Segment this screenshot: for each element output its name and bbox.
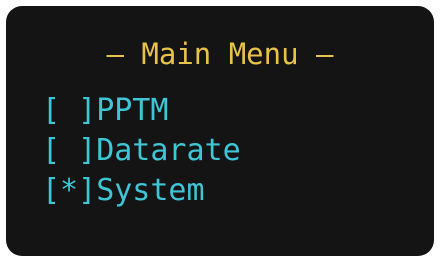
device-bezel: — Main Menu — [ ] PPTM [ ] Datarate [*] Sys… [0,0,440,260]
lcd-screen: — Main Menu — [ ] PPTM [ ] Datarate [*] Sys… [6,6,434,256]
menu-item-checkbox: [ ] [42,92,97,128]
menu-item-label: Datarate [96,132,241,168]
menu-title: — Main Menu — [106,37,334,71]
menu-item-checkbox: [*] [42,172,97,208]
menu-list: [ ] PPTM [ ] Datarate [*] System [42,90,241,210]
menu-item-label: System [96,172,205,208]
menu-item-checkbox: [ ] [42,132,97,168]
menu-item-label: PPTM [96,92,169,128]
menu-item-datarate[interactable]: [ ] Datarate [42,130,241,170]
menu-item-system[interactable]: [*] System [42,170,241,210]
menu-item-pptm[interactable]: [ ] PPTM [42,90,241,130]
